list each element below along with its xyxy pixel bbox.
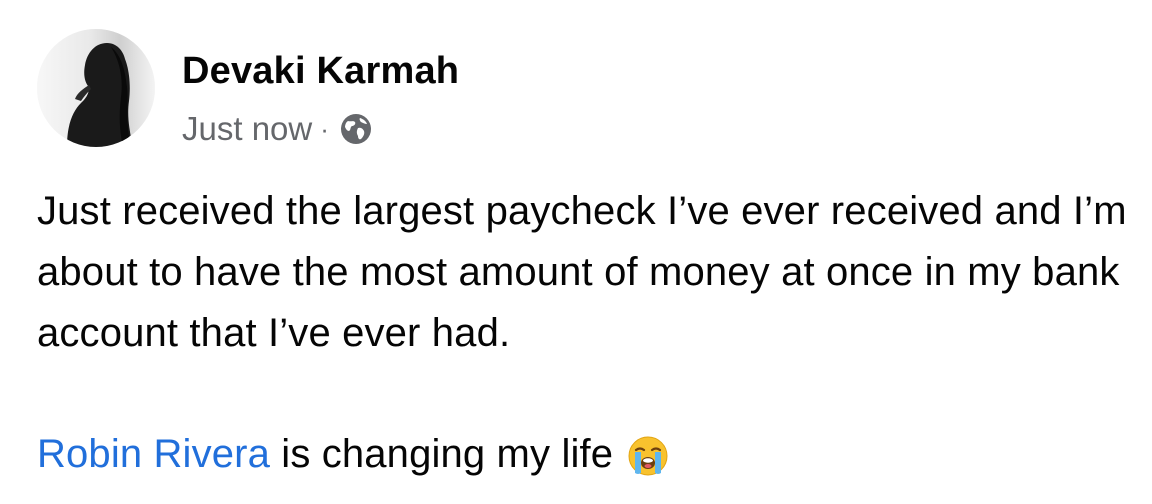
avatar-photo — [37, 29, 155, 147]
post-text: Just received the largest paycheck I’ve … — [37, 189, 1127, 355]
globe-icon[interactable] — [339, 112, 373, 146]
post-timestamp[interactable]: Just now — [182, 110, 312, 148]
post-meta: Just now · — [182, 108, 373, 150]
loudly-crying-face-icon — [627, 434, 669, 476]
mention-link[interactable]: Robin Rivera — [37, 424, 270, 485]
author-name[interactable]: Devaki Karmah — [182, 48, 459, 94]
meta-separator: · — [320, 113, 329, 144]
post-card: Devaki Karmah Just now · Just received t… — [0, 0, 1152, 504]
mention-suffix: is changing my life — [270, 432, 614, 476]
post-mention-line: Robin Rivera is changing my life — [37, 424, 669, 485]
avatar[interactable] — [37, 29, 155, 147]
